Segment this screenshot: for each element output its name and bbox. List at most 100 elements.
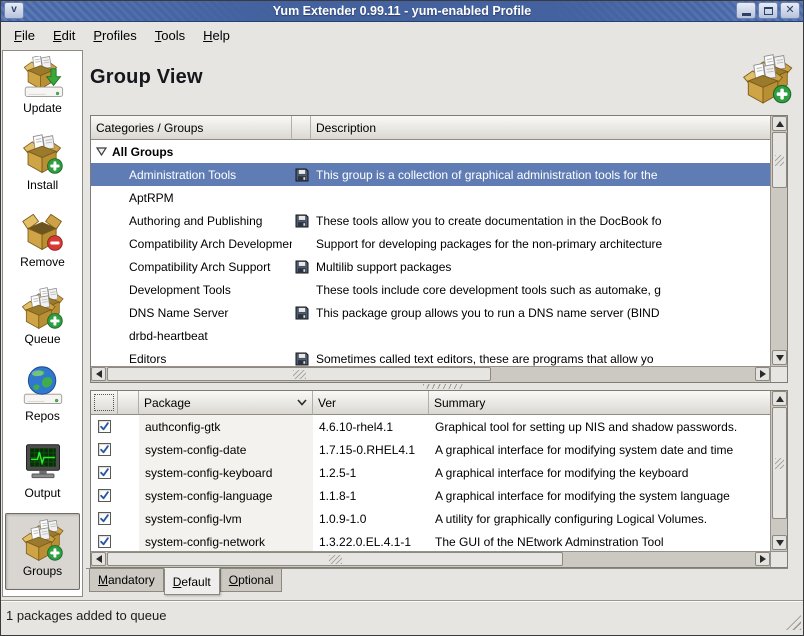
group-row-development-tools[interactable]: Development Tools These tools include co… xyxy=(91,278,770,301)
scrollbar-thumb[interactable] xyxy=(772,132,787,188)
scrollbar-corner xyxy=(770,366,787,382)
group-horizontal-scrollbar[interactable] xyxy=(91,366,770,382)
scroll-down-button[interactable] xyxy=(772,350,787,365)
expander-open-icon[interactable] xyxy=(96,146,107,157)
menu-help[interactable]: Help xyxy=(203,28,230,43)
window-menu-button[interactable]: v xyxy=(4,2,24,19)
package-row-system-config-date[interactable]: system-config-date 1.7.15-0.RHEL4.1 A gr… xyxy=(91,438,770,461)
view-sidebar: Update Install Remove Queue xyxy=(2,50,83,597)
groups-boxes-icon xyxy=(21,519,65,563)
group-description: Sometimes called text editors, these are… xyxy=(311,352,770,366)
tab-mandatory[interactable]: Mandatory xyxy=(89,569,164,592)
group-name: All Groups xyxy=(112,145,173,159)
scroll-left-button[interactable] xyxy=(91,552,106,566)
sidebar-item-update[interactable]: Update xyxy=(5,51,80,128)
package-name: authconfig-gtk xyxy=(139,415,313,438)
arrow-left-icon xyxy=(96,370,102,378)
group-rows: All Groups Administration Tools This gro… xyxy=(91,140,770,382)
arrow-left-icon xyxy=(96,555,102,563)
scroll-left-button[interactable] xyxy=(91,367,106,381)
group-name: AptRPM xyxy=(129,191,174,205)
menu-file[interactable]: File xyxy=(14,28,35,43)
splitter-grip-icon xyxy=(423,384,465,389)
scroll-down-button[interactable] xyxy=(772,535,787,550)
pane-splitter[interactable] xyxy=(84,383,804,390)
sidebar-item-label: Install xyxy=(27,178,58,192)
menu-bar: File Edit Profiles Tools Help xyxy=(0,22,804,48)
arrow-up-icon xyxy=(776,396,784,402)
package-row-system-config-keyboard[interactable]: system-config-keyboard 1.2.5-1 A graphic… xyxy=(91,461,770,484)
column-header-summary[interactable]: Summary xyxy=(429,391,770,415)
checkbox-checked[interactable] xyxy=(98,420,111,433)
group-description: Multilib support packages xyxy=(311,260,770,274)
menu-profiles[interactable]: Profiles xyxy=(93,28,136,43)
scrollbar-thumb[interactable] xyxy=(772,407,787,519)
title-bar[interactable]: v Yum Extender 0.99.11 - yum-enabled Pro… xyxy=(0,0,804,22)
sidebar-item-label: Update xyxy=(23,101,62,115)
package-summary: A graphical interface for modifying the … xyxy=(429,489,770,503)
menu-edit[interactable]: Edit xyxy=(53,28,75,43)
group-view-header-icon xyxy=(742,53,794,107)
maximize-button[interactable] xyxy=(758,2,778,19)
group-description: These tools allow you to create document… xyxy=(311,214,770,228)
scroll-right-button[interactable] xyxy=(755,367,770,381)
package-rows: authconfig-gtk 4.6.10-rhel4.1 Graphical … xyxy=(91,415,770,567)
scrollbar-thumb[interactable] xyxy=(107,367,491,381)
menu-tools[interactable]: Tools xyxy=(155,28,185,43)
tab-default[interactable]: Default xyxy=(164,568,220,595)
minimize-button[interactable] xyxy=(736,2,756,19)
scrollbar-thumb[interactable] xyxy=(107,552,563,566)
column-header-package[interactable]: Package xyxy=(139,391,313,415)
app-window: v Yum Extender 0.99.11 - yum-enabled Pro… xyxy=(0,0,804,636)
scrollbar-grip xyxy=(329,555,342,564)
sidebar-item-repos[interactable]: Repos xyxy=(5,359,80,436)
checkbox-checked[interactable] xyxy=(98,489,111,502)
group-row-aptrpm[interactable]: AptRPM xyxy=(91,186,770,209)
column-header-package-icon[interactable] xyxy=(118,391,139,415)
checkbox-checked[interactable] xyxy=(98,466,111,479)
sidebar-item-groups[interactable]: Groups xyxy=(5,513,80,590)
package-horizontal-scrollbar[interactable] xyxy=(91,551,770,567)
scroll-up-button[interactable] xyxy=(772,391,787,406)
group-vertical-scrollbar[interactable] xyxy=(770,116,787,366)
tab-optional[interactable]: Optional xyxy=(220,569,283,592)
group-row-drbd-heartbeat[interactable]: drbd-heartbeat xyxy=(91,324,770,347)
group-row-compatibility-arch-support[interactable]: Compatibility Arch Support Multilib supp… xyxy=(91,255,770,278)
package-row-system-config-lvm[interactable]: system-config-lvm 1.0.9-1.0 A utility fo… xyxy=(91,507,770,530)
column-header-group-icon[interactable] xyxy=(292,116,311,140)
column-header-checkbox[interactable] xyxy=(91,391,118,415)
group-row-authoring-and-publishing[interactable]: Authoring and Publishing These tools all… xyxy=(91,209,770,232)
sidebar-item-output[interactable]: Output xyxy=(5,436,80,513)
column-header-ver[interactable]: Ver xyxy=(313,391,429,415)
column-header-categories-groups[interactable]: Categories / Groups xyxy=(91,116,292,140)
group-row-dns-name-server[interactable]: DNS Name Server This package group allow… xyxy=(91,301,770,324)
checkbox-checked[interactable] xyxy=(98,443,111,456)
sidebar-item-install[interactable]: Install xyxy=(5,128,80,205)
resize-grip[interactable] xyxy=(786,615,801,630)
sidebar-item-queue[interactable]: Queue xyxy=(5,282,80,359)
column-header-description[interactable]: Description xyxy=(311,116,770,140)
package-version: 1.2.5-1 xyxy=(313,466,429,480)
sidebar-item-label: Groups xyxy=(23,564,62,578)
group-name: Compatibility Arch Development Support xyxy=(129,237,292,251)
focus-rectangle xyxy=(94,394,114,411)
group-row-administration-tools[interactable]: Administration Tools This group is a col… xyxy=(91,163,770,186)
package-list-pane: Package Ver Summary authconfig-gtk 4.6.1… xyxy=(90,390,788,568)
group-name: DNS Name Server xyxy=(129,306,228,320)
scrollbar-grip xyxy=(293,370,306,379)
scroll-right-button[interactable] xyxy=(755,552,770,566)
checkbox-checked[interactable] xyxy=(98,535,111,548)
package-row-authconfig-gtk[interactable]: authconfig-gtk 4.6.10-rhel4.1 Graphical … xyxy=(91,415,770,438)
scroll-up-button[interactable] xyxy=(772,116,787,131)
package-row-system-config-network[interactable]: system-config-network 1.3.22.0.EL.4.1-1 … xyxy=(91,530,770,553)
sidebar-item-remove[interactable]: Remove xyxy=(5,205,80,282)
group-row-all-groups[interactable]: All Groups xyxy=(91,140,770,163)
group-row-compatibility-arch-development-support[interactable]: Compatibility Arch Development Support S… xyxy=(91,232,770,255)
checkbox-checked[interactable] xyxy=(98,512,111,525)
queue-boxes-icon xyxy=(21,287,65,331)
floppy-icon xyxy=(295,352,309,366)
maximize-icon xyxy=(764,7,773,15)
package-row-system-config-language[interactable]: system-config-language 1.1.8-1 A graphic… xyxy=(91,484,770,507)
package-vertical-scrollbar[interactable] xyxy=(770,391,787,551)
close-button[interactable]: ✕ xyxy=(780,2,800,19)
